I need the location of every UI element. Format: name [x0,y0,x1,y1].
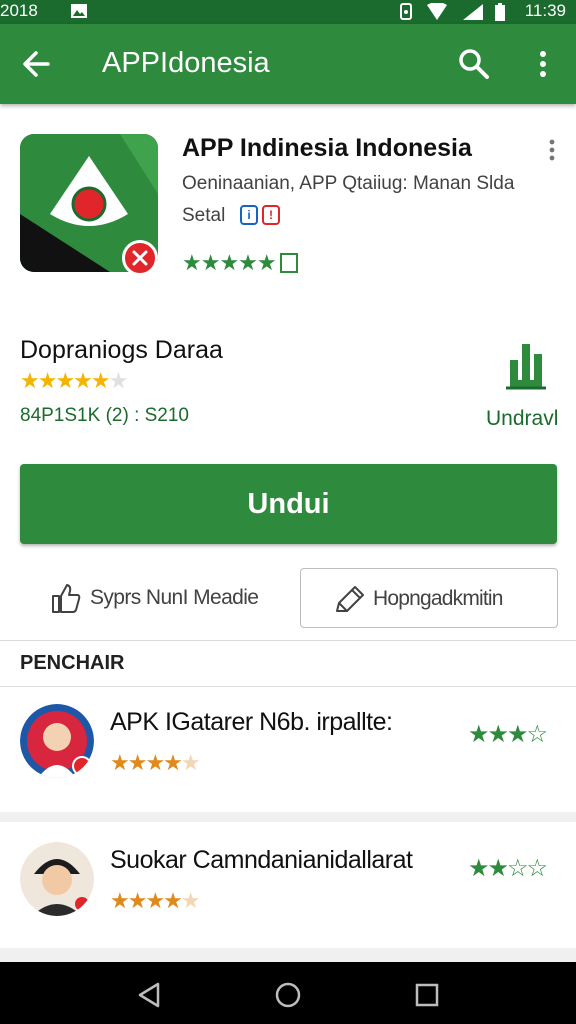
home-circle-icon[interactable] [273,980,303,1010]
download-stars-filled: ★★★★★ [20,368,111,393]
status-left-text: 2018 [0,1,38,20]
app-rating-stars: ★★★★★ [182,250,277,275]
review-stars-filled: ★★★★ [110,750,183,775]
review-title: APK IGatarer N6b. irpallte: [110,708,393,736]
divider [0,640,576,641]
section-heading: PENCHAIR [20,652,125,674]
app-badge-icon [122,240,158,276]
notification-image-icon [71,4,87,18]
review-title: Suokar Camndanianidallarat [110,846,413,874]
back-arrow-icon[interactable] [18,46,58,82]
thumb-up-icon [52,584,81,613]
app-overflow-icon[interactable] [543,138,561,162]
search-icon[interactable] [456,46,492,82]
status-bar: 2018 11:39 [0,0,576,24]
install-button[interactable]: Undui [20,464,557,544]
review-stars: ★★★★★ [110,750,201,776]
download-chart-icon[interactable] [502,338,550,390]
download-meta: 84P1S1K (2) : S210 [20,405,189,426]
row-separator [0,812,576,822]
review-stars-filled: ★★★★ [110,888,183,913]
like-button[interactable]: Syprs NunI Meadie [46,568,290,628]
avatar [20,842,94,916]
edit-button[interactable]: Hopngadkmitin [300,568,558,628]
more-vert-icon[interactable] [530,46,556,82]
download-link[interactable]: Undravl [486,407,558,431]
divider [0,686,576,687]
edit-label: Hopngadkmitin [373,587,503,610]
app-developer[interactable]: Oeninaanian, APP Qtaiiug: Manan Slda [182,173,514,195]
avatar [20,704,94,778]
navigation-bar [0,962,576,1024]
review-stars-empty: ★ [180,888,201,913]
app-name: APP Indinesia Indonesia [182,134,472,162]
like-label: Syprs NunI Meadie [90,586,259,609]
app-bar: APPIdonesia [0,24,576,104]
app-category[interactable]: Setal [182,205,225,227]
review-stars-empty: ★ [180,750,201,775]
download-stars-empty: ★ [108,368,129,393]
pencil-icon [336,586,364,612]
review-rating-stars: ★★★☆ [468,721,548,748]
row-separator [0,948,576,962]
download-title: Dopraniogs Daraa [20,336,223,364]
app-bar-title: APPIdonesia [102,47,270,79]
warning-badge-icon: ! [262,205,280,225]
status-time: 11:39 [524,1,566,20]
signal-icon [463,4,483,20]
review-rating-stars: ★★☆☆ [468,855,548,882]
recents-square-icon[interactable] [412,980,442,1010]
back-triangle-icon[interactable] [134,980,164,1010]
list-item[interactable]: Suokar Camndanianidallarat ★★★★★ ★★☆☆ [0,822,576,946]
review-stars: ★★★★★ [110,888,201,914]
battery-icon [495,3,505,21]
info-badge-icon: i [240,205,258,225]
list-item[interactable]: APK IGatarer N6b. irpallte: ★★★★★ ★★★☆ [0,688,576,812]
vibrate-icon [400,3,412,20]
category-badges: i! [240,205,284,227]
wifi-icon [427,3,447,20]
download-stars: ★★★★★★ [20,368,129,394]
content-rating-icon [280,253,298,273]
